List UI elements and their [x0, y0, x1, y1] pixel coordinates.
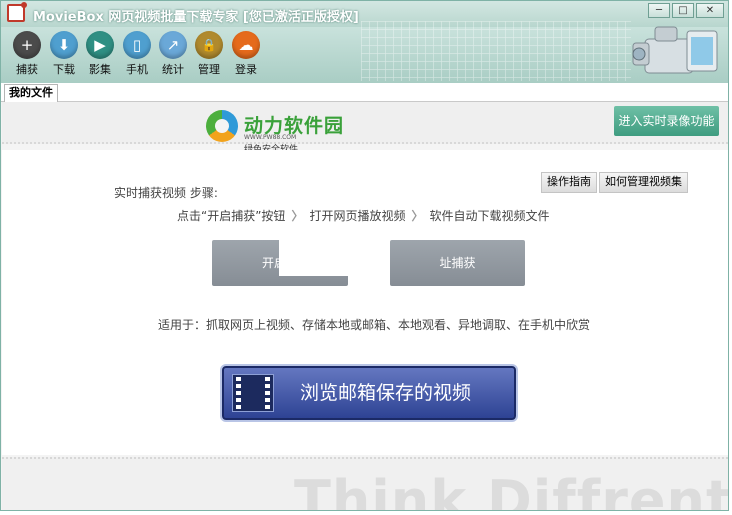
- toolbar-manage-label: 管理: [198, 63, 220, 76]
- chevron-right-icon: 〉: [411, 209, 424, 223]
- step-1: 点击“开启捕获”按钮: [177, 209, 286, 223]
- toolbar-manage-button[interactable]: 🔒 管理: [189, 31, 229, 77]
- steps-title: 实时捕获视频 步骤:: [114, 186, 218, 200]
- toolbar-stats-button[interactable]: ↗ 统计: [153, 31, 193, 77]
- applies-to-text: 适用于：抓取网页上视频、存储本地或邮箱、本地观看、异地调取、在手机中欣赏: [158, 318, 591, 332]
- download-icon: ⬇: [50, 31, 78, 59]
- toolbar-phone-label: 手机: [126, 63, 148, 76]
- chevron-right-icon: 〉: [291, 209, 304, 223]
- cloud-icon: ☁: [232, 31, 260, 59]
- browse-button-label: 浏览邮箱保存的视频: [300, 382, 472, 404]
- app-logo-icon: [7, 2, 27, 22]
- step-2: 打开网页播放视频: [309, 209, 406, 223]
- brand-logo: 动力软件园 WWW.PW88.COM 绿色安全软件: [206, 108, 356, 155]
- chart-icon: ↗: [159, 31, 187, 59]
- toolbar-album-button[interactable]: ▶ 影集: [80, 31, 120, 77]
- content-area: 动力软件园 WWW.PW88.COM 绿色安全软件 进入实时录像功能 操作指南 …: [2, 102, 728, 510]
- phone-icon: ▯: [123, 31, 151, 59]
- window-title: MovieBox 网页视频批量下载专家 [您已激活正版授权]: [33, 10, 359, 25]
- toolbar-album-label: 影集: [89, 63, 111, 76]
- toolbar-login-button[interactable]: ☁ 登录: [226, 31, 266, 77]
- toolbar-phone-button[interactable]: ▯ 手机: [117, 31, 157, 77]
- app-window: MovieBox 网页视频批量下载专家 [您已激活正版授权] ─ □ ✕ + 捕…: [0, 0, 729, 511]
- toolbar-stats-label: 统计: [162, 63, 184, 76]
- redaction-mask: [279, 230, 373, 276]
- play-icon: ▶: [86, 31, 114, 59]
- brand-circle-icon: [206, 110, 238, 142]
- manage-albums-button[interactable]: 如何管理视频集: [599, 172, 688, 193]
- film-strip-icon: [232, 374, 274, 412]
- tab-bar: 我的文件: [1, 83, 728, 102]
- video-camera-icon: [632, 26, 718, 74]
- step-3: 软件自动下载视频文件: [429, 209, 550, 223]
- toolbar-capture-label: 捕获: [16, 63, 38, 76]
- toolbar-download-label: 下载: [53, 63, 75, 76]
- live-record-button[interactable]: 进入实时录像功能: [614, 106, 719, 136]
- lock-icon: 🔒: [195, 31, 223, 59]
- toolbar-pattern: [361, 21, 631, 81]
- browse-email-videos-button[interactable]: 浏览邮箱保存的视频: [222, 366, 516, 420]
- steps-row: 点击“开启捕获”按钮〉打开网页播放视频〉软件自动下载视频文件: [177, 207, 550, 224]
- url-capture-button[interactable]: 址捕获: [390, 240, 525, 286]
- tab-my-files[interactable]: 我的文件: [4, 84, 58, 102]
- toolbar-download-button[interactable]: ⬇ 下载: [44, 31, 84, 77]
- main-panel: 操作指南 如何管理视频集 实时捕获视频 步骤: 点击“开启捕获”按钮〉打开网页播…: [2, 150, 728, 455]
- manual-button[interactable]: 操作指南: [541, 172, 597, 193]
- toolbar-capture-button[interactable]: + 捕获: [7, 31, 47, 77]
- brand-url: WWW.PW88.COM: [244, 134, 297, 141]
- footer-watermark: Think Diffrent: [294, 469, 728, 511]
- toolbar-login-label: 登录: [235, 63, 257, 76]
- footer-band: Think Diffrent: [2, 457, 728, 511]
- plus-icon: +: [13, 31, 41, 59]
